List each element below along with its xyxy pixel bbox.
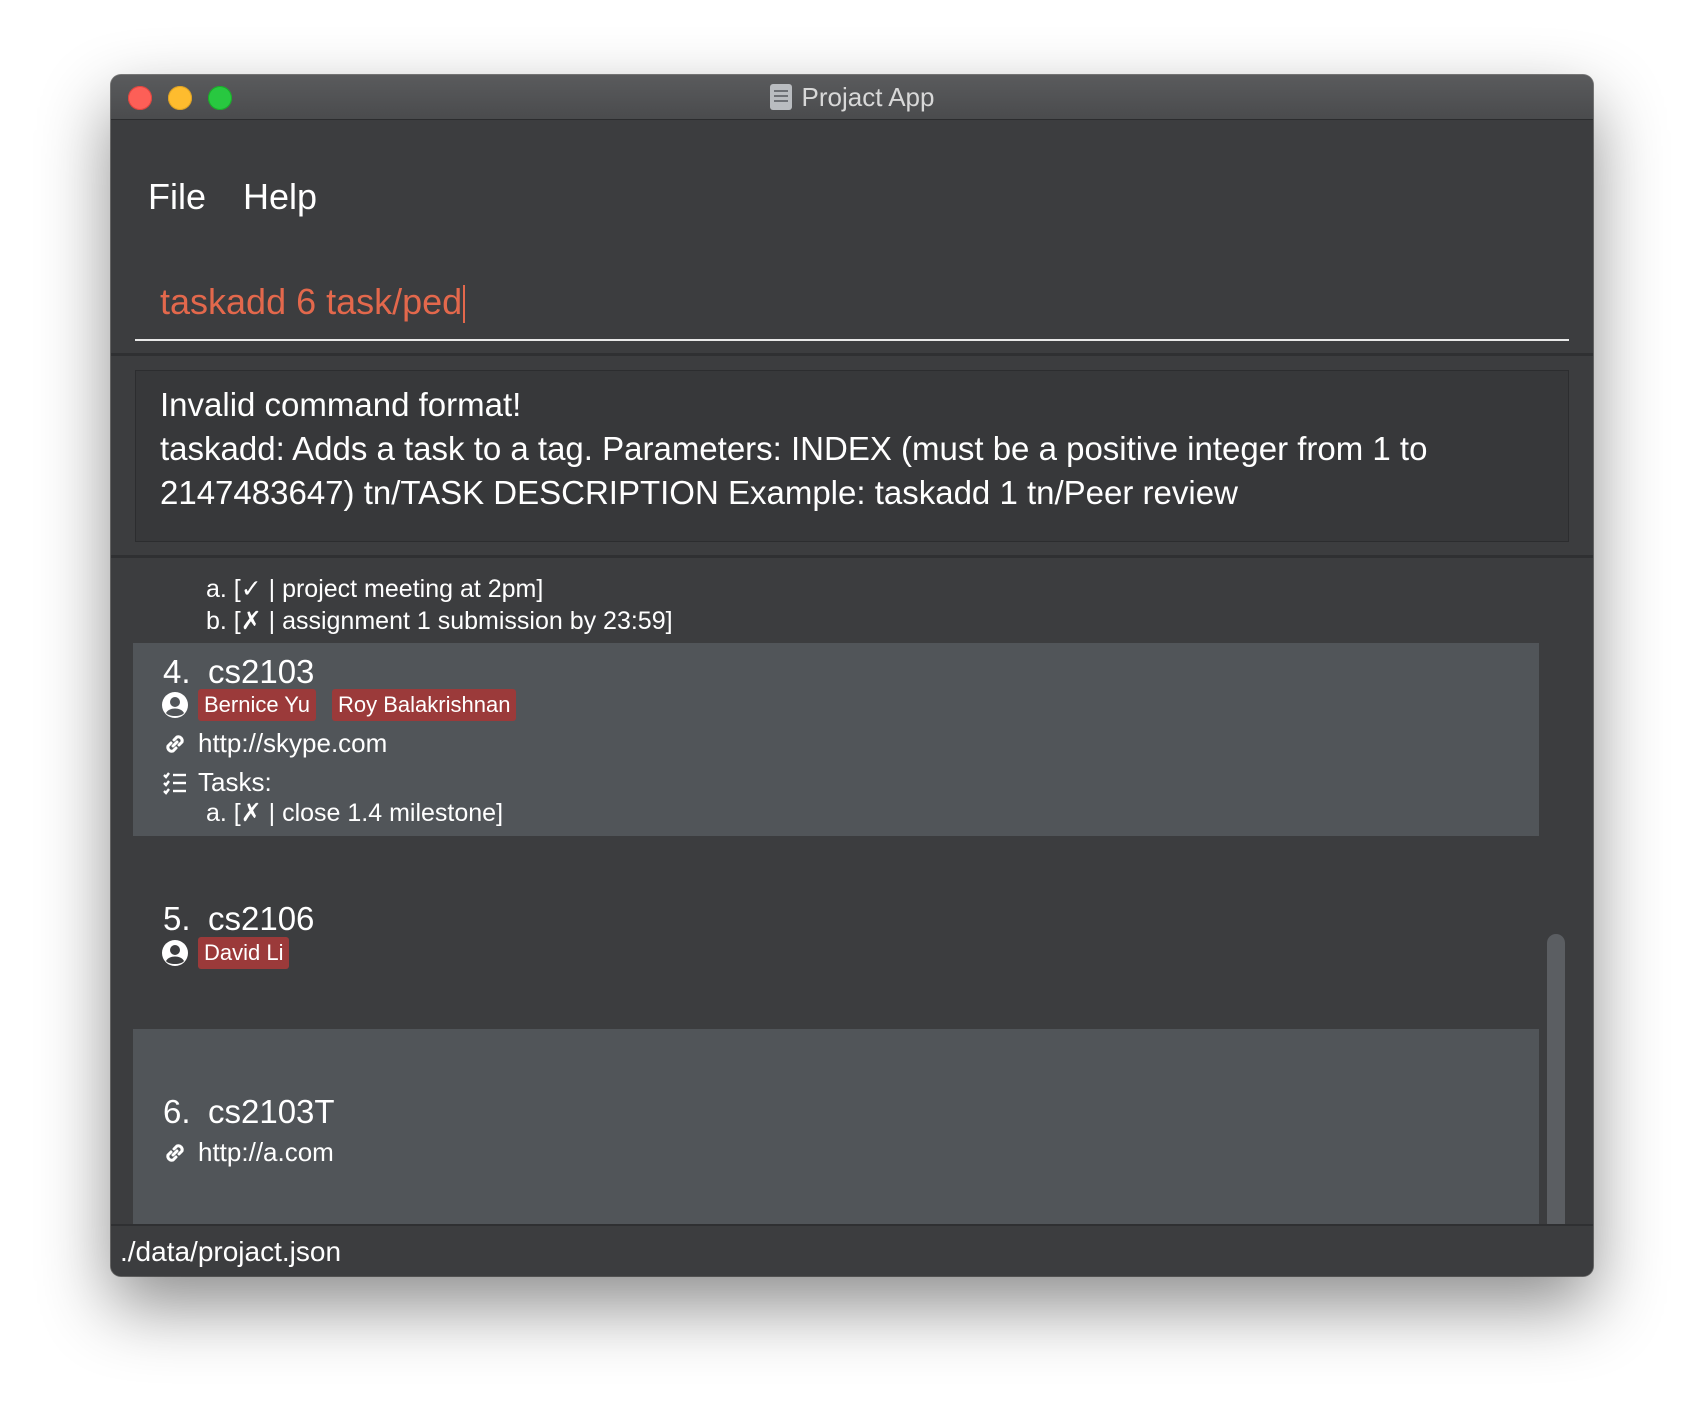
project-link[interactable]: http://skype.com <box>198 728 387 759</box>
task-item: a. [✗ | close 1.4 milestone] <box>206 799 504 827</box>
tasks-label: Tasks: <box>198 767 272 797</box>
project-card-5[interactable]: 5. cs2106 David Li <box>133 836 1539 1029</box>
title-bar: Projact App <box>111 75 1593 120</box>
member-row: David Li <box>161 937 296 969</box>
project-index: 5. <box>163 900 191 937</box>
link-icon <box>161 730 189 758</box>
project-header: 4. cs2103 <box>163 653 314 691</box>
project-name: cs2106 <box>208 900 315 937</box>
app-icon <box>769 84 792 110</box>
task-list-icon <box>161 769 189 797</box>
result-display-area: Invalid command format! taskadd: Adds a … <box>111 356 1593 558</box>
project-header: 5. cs2106 <box>163 900 314 938</box>
window-title: Projact App <box>801 81 935 112</box>
project-card-6[interactable]: 6. cs2103T http://a.com <box>133 1029 1539 1241</box>
link-row: http://skype.com <box>161 728 387 759</box>
project-card-partial[interactable]: a. [✓ | project meeting at 2pm] b. [✗ | … <box>133 578 1539 643</box>
project-name: cs2103 <box>208 653 315 690</box>
project-list-panel: a. [✓ | project meeting at 2pm] b. [✗ | … <box>111 558 1593 1276</box>
project-header: 6. cs2103T <box>163 1093 335 1131</box>
member-tag: Roy Balakrishnan <box>332 689 517 721</box>
project-list[interactable]: a. [✓ | project meeting at 2pm] b. [✗ | … <box>133 578 1539 1241</box>
user-circle-icon <box>161 691 189 719</box>
project-card-4[interactable]: 4. cs2103 Bernice Yu Roy Balakrishnan htt… <box>133 643 1539 836</box>
status-bar: ./data/projact.json <box>111 1224 1593 1276</box>
result-display: Invalid command format! taskadd: Adds a … <box>135 370 1569 542</box>
result-error-title: Invalid command format! <box>160 386 522 423</box>
command-box: taskadd 6 task/ped <box>111 262 1593 356</box>
task-item: a. [✓ | project meeting at 2pm] <box>206 578 544 603</box>
text-caret <box>463 285 466 324</box>
command-text: taskadd 6 task/ped <box>160 281 463 322</box>
title-wrap: Projact App <box>111 75 1593 119</box>
task-item: b. [✗ | assignment 1 submission by 23:59… <box>206 607 673 635</box>
command-input[interactable]: taskadd 6 task/ped <box>135 262 1569 341</box>
member-row: Bernice Yu Roy Balakrishnan <box>161 689 523 721</box>
menu-help[interactable]: Help <box>243 176 317 218</box>
scrollbar-thumb[interactable] <box>1547 934 1565 1270</box>
app-window: Projact App File Help taskadd 6 task/ped… <box>111 75 1593 1276</box>
project-index: 6. <box>163 1093 191 1130</box>
link-icon <box>161 1139 189 1167</box>
project-index: 4. <box>163 653 191 690</box>
member-tag: David Li <box>198 937 290 969</box>
link-row: http://a.com <box>161 1137 334 1168</box>
menu-file[interactable]: File <box>148 176 206 218</box>
save-file-path: ./data/projact.json <box>120 1236 342 1267</box>
tasks-row: Tasks: <box>161 767 272 798</box>
user-circle-icon <box>161 939 189 967</box>
member-tag: Bernice Yu <box>198 689 317 721</box>
result-usage-message: taskadd: Adds a task to a tag. Parameter… <box>160 430 1428 511</box>
project-name: cs2103T <box>208 1093 335 1130</box>
menu-bar: File Help <box>111 120 1593 264</box>
project-link[interactable]: http://a.com <box>198 1137 334 1168</box>
